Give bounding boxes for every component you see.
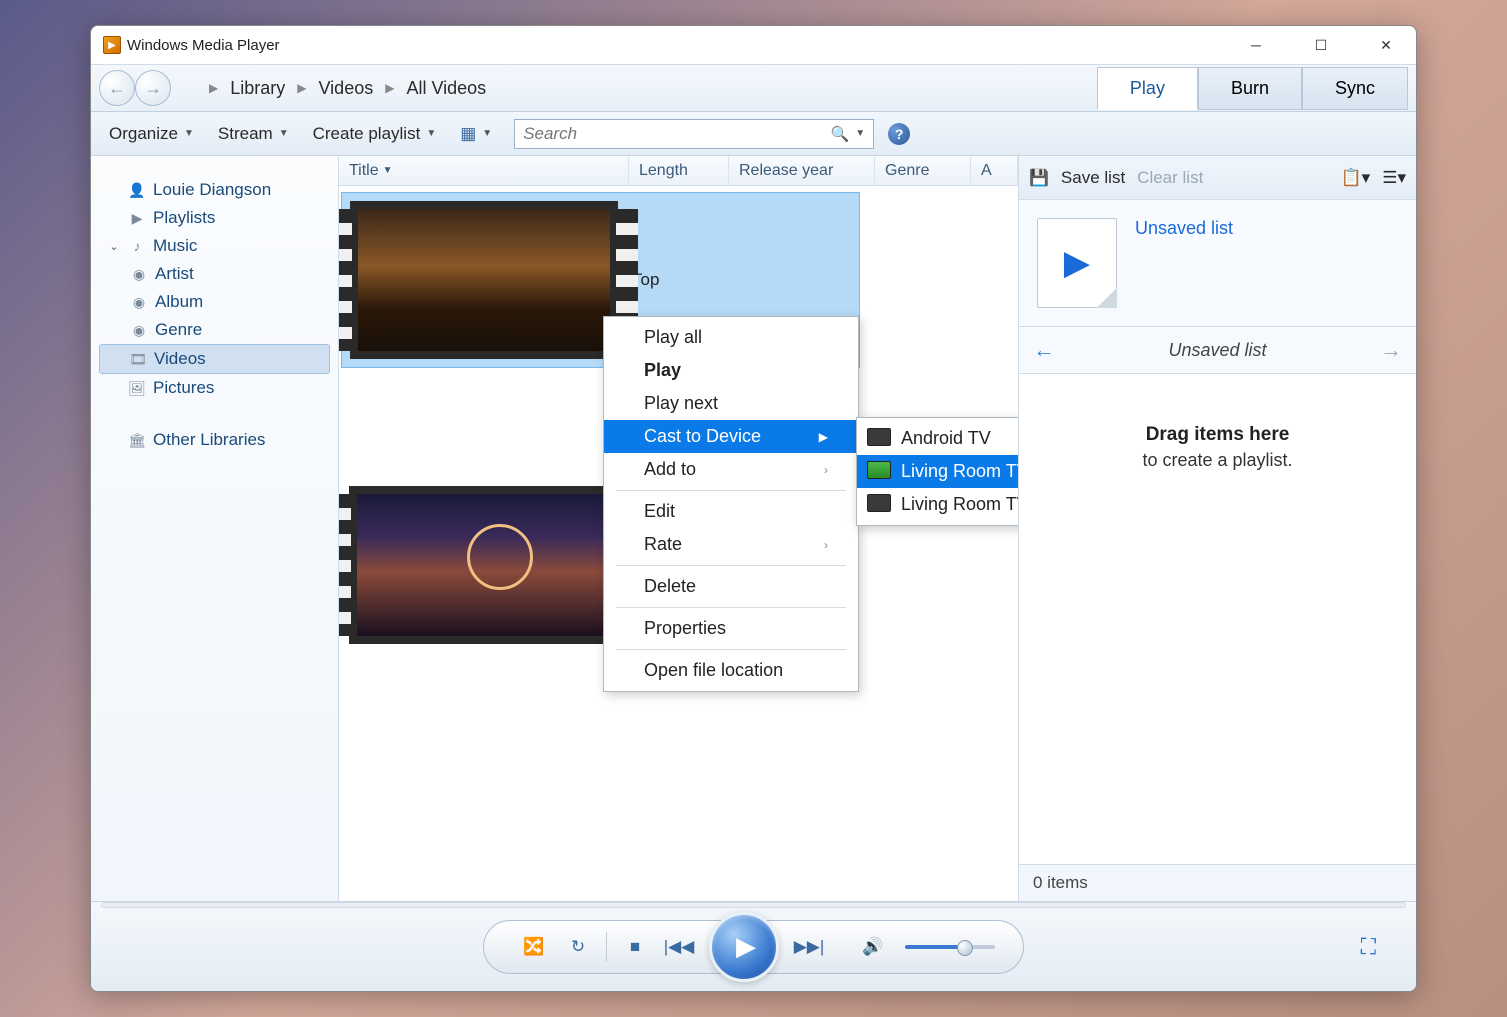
play-button[interactable] (709, 912, 779, 982)
window-controls: ─ ☐ ✕ (1246, 35, 1396, 55)
tv-icon (867, 494, 891, 512)
forward-button[interactable]: → (135, 70, 171, 106)
drop-zone[interactable]: Drag items here to create a playlist. (1019, 374, 1416, 864)
cm-delete[interactable]: Delete (604, 570, 858, 603)
context-menu: Play all Play Play next Cast to Device▶ … (603, 316, 859, 692)
tab-sync[interactable]: Sync (1302, 67, 1408, 110)
tv-icon (867, 461, 891, 479)
right-panel-toolbar: 💾 Save list Clear list 📋▾ ☰▾ (1019, 156, 1416, 200)
list-options-button[interactable]: 📋▾ (1341, 168, 1371, 188)
right-panel: 💾 Save list Clear list 📋▾ ☰▾ Unsaved lis… (1018, 156, 1416, 901)
sidebar-item-user[interactable]: 👤Louie Diangson (99, 176, 330, 204)
col-a[interactable]: A (971, 156, 1018, 185)
nav-bar: ← → ▶Library ▶Videos ▶All Videos Play Bu… (91, 64, 1416, 112)
main-content: Title ▼ Length Release year Genre A Top … (339, 156, 1018, 901)
cm-rate[interactable]: Rate› (604, 528, 858, 561)
cast-living-room-tv-1[interactable]: Living Room TV (857, 455, 1018, 488)
tab-play[interactable]: Play (1097, 67, 1198, 110)
cm-properties[interactable]: Properties (604, 612, 858, 645)
search-icon[interactable]: 🔍 (831, 125, 850, 143)
help-icon[interactable]: ? (888, 123, 910, 145)
progress-bar[interactable] (101, 902, 1406, 908)
video-thumbnail (350, 201, 618, 359)
breadcrumb-videos[interactable]: Videos (319, 78, 374, 99)
stream-button[interactable]: Stream▼ (208, 120, 299, 148)
sidebar-item-playlists[interactable]: ▶Playlists (99, 204, 330, 232)
search-box[interactable]: 🔍▼ (514, 119, 874, 149)
back-button[interactable]: ← (99, 70, 135, 106)
save-list-button[interactable]: Save list (1061, 168, 1125, 188)
cm-play-all[interactable]: Play all (604, 321, 858, 354)
clear-list-button[interactable]: Clear list (1137, 168, 1203, 188)
sidebar: 👤Louie Diangson ▶Playlists ⌄♪Music ◉Arti… (91, 156, 339, 901)
cm-open-location[interactable]: Open file location (604, 654, 858, 687)
shuffle-button[interactable]: 🔀 (512, 925, 556, 969)
toolbar: Organize▼ Stream▼ Create playlist▼ ▦▼ 🔍▼… (91, 112, 1416, 156)
sidebar-item-pictures[interactable]: 🖼Pictures (99, 374, 330, 402)
prev-list-button[interactable]: ← (1033, 337, 1055, 363)
sidebar-item-artist[interactable]: ◉Artist (99, 260, 330, 288)
list-view-button[interactable]: ☰▾ (1382, 168, 1406, 188)
minimize-button[interactable]: ─ (1246, 35, 1266, 55)
item-count: 0 items (1019, 864, 1416, 901)
col-title[interactable]: Title ▼ (339, 156, 629, 185)
player-bar: 🔀 ↻ ■ |◀◀ ▶▶| 🔊 ⛶ (91, 901, 1416, 991)
video-item-2[interactable] (349, 486, 617, 644)
close-button[interactable]: ✕ (1376, 35, 1396, 55)
unsaved-list-link[interactable]: Unsaved list (1135, 218, 1233, 308)
breadcrumb-all-videos[interactable]: All Videos (406, 78, 486, 99)
tab-burn[interactable]: Burn (1198, 67, 1302, 110)
sidebar-item-music[interactable]: ⌄♪Music (99, 232, 330, 260)
sidebar-item-album[interactable]: ◉Album (99, 288, 330, 316)
cast-living-room-tv-2[interactable]: Living Room TV (857, 488, 1018, 521)
next-list-button[interactable]: → (1380, 337, 1402, 363)
titlebar: Windows Media Player ─ ☐ ✕ (91, 26, 1416, 64)
playlist-nav: ← Unsaved list → (1019, 326, 1416, 374)
col-genre[interactable]: Genre (875, 156, 971, 185)
playlist-header: Unsaved list (1019, 200, 1416, 326)
create-playlist-button[interactable]: Create playlist▼ (303, 120, 447, 148)
cast-submenu: Android TV Living Room TV Living Room TV… (856, 417, 1018, 526)
search-input[interactable] (523, 124, 830, 144)
prev-button[interactable]: |◀◀ (657, 925, 701, 969)
cast-android-tv[interactable]: Android TV (857, 422, 1018, 455)
organize-button[interactable]: Organize▼ (99, 120, 204, 148)
app-icon (103, 36, 121, 54)
stop-button[interactable]: ■ (613, 925, 657, 969)
sidebar-item-genre[interactable]: ◉Genre (99, 316, 330, 344)
app-window: Windows Media Player ─ ☐ ✕ ← → ▶Library … (90, 25, 1417, 992)
maximize-button[interactable]: ☐ (1311, 35, 1331, 55)
fullscreen-button[interactable]: ⛶ (1361, 934, 1376, 960)
cm-edit[interactable]: Edit (604, 495, 858, 528)
col-release[interactable]: Release year (729, 156, 875, 185)
column-headers: Title ▼ Length Release year Genre A (339, 156, 1018, 186)
cm-add-to[interactable]: Add to› (604, 453, 858, 486)
volume-slider[interactable] (905, 945, 995, 949)
playlist-title: Unsaved list (1168, 340, 1266, 361)
breadcrumb-library[interactable]: Library (230, 78, 285, 99)
app-title: Windows Media Player (127, 37, 1246, 54)
drop-zone-sub: to create a playlist. (1142, 450, 1292, 471)
view-options-button[interactable]: ▦▼ (450, 120, 502, 148)
save-icon: 💾 (1029, 168, 1049, 188)
next-button[interactable]: ▶▶| (787, 925, 831, 969)
file-icon (1037, 218, 1117, 308)
video-thumbnail (349, 486, 617, 644)
tv-icon (867, 428, 891, 446)
col-length[interactable]: Length (629, 156, 729, 185)
sidebar-item-other-libraries[interactable]: 🏛Other Libraries (99, 426, 330, 454)
player-controls: 🔀 ↻ ■ |◀◀ ▶▶| 🔊 (483, 920, 1024, 974)
sidebar-item-videos[interactable]: 🎞Videos (99, 344, 330, 374)
cm-play[interactable]: Play (604, 354, 858, 387)
mute-button[interactable]: 🔊 (851, 925, 895, 969)
breadcrumb[interactable]: ▶Library ▶Videos ▶All Videos (201, 78, 486, 99)
repeat-button[interactable]: ↻ (556, 925, 600, 969)
cm-cast-to-device[interactable]: Cast to Device▶ (604, 420, 858, 453)
cm-play-next[interactable]: Play next (604, 387, 858, 420)
drop-zone-title: Drag items here (1146, 424, 1290, 446)
